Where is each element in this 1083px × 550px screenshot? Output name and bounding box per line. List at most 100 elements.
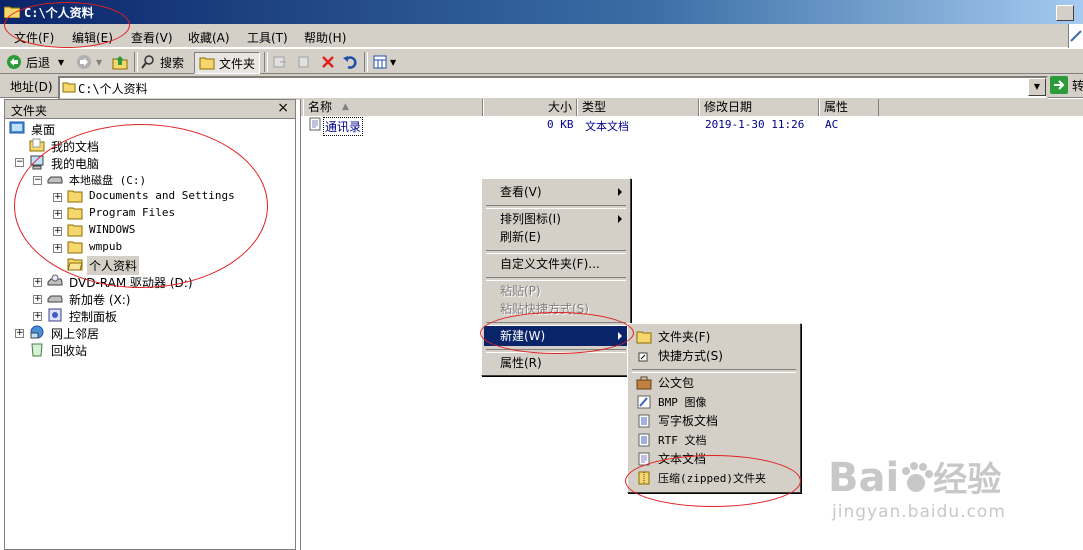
- move-to-icon: [273, 56, 286, 68]
- up-folder-button[interactable]: [112, 52, 128, 72]
- network-icon: [30, 325, 44, 339]
- title-bar: C:\个人资料: [0, 0, 1083, 24]
- new-rtf-item[interactable]: RTF 文档: [630, 430, 798, 450]
- folders-button[interactable]: 文件夹: [194, 52, 261, 74]
- tree-expander[interactable]: +: [53, 193, 62, 202]
- folder-icon: [67, 241, 83, 254]
- tree-expander[interactable]: +: [53, 244, 62, 253]
- tree-label: 桌面: [31, 123, 56, 137]
- menu-item-new-label: 新建(W): [500, 329, 546, 343]
- tree-expander[interactable]: +: [15, 329, 24, 338]
- menu-view[interactable]: 查看(V): [131, 29, 173, 46]
- delete-button[interactable]: [320, 52, 336, 72]
- back-arrow-icon: [7, 55, 21, 69]
- menu-item-new[interactable]: 新建(W): [484, 326, 628, 346]
- column-size[interactable]: 大小: [483, 99, 577, 116]
- move-to-button[interactable]: [272, 52, 288, 72]
- new-shortcut-item[interactable]: 快捷方式(S): [630, 346, 798, 366]
- tree-expander[interactable]: +: [53, 227, 62, 236]
- search-button[interactable]: 搜索: [140, 52, 184, 72]
- submenu-arrow-icon: [618, 215, 622, 223]
- go-label: 转: [1072, 78, 1083, 93]
- new-bmp-item[interactable]: BMP 图像: [630, 392, 798, 412]
- forward-button[interactable]: ▼: [76, 52, 102, 72]
- back-dropdown-icon[interactable]: ▼: [58, 58, 64, 67]
- folders-pane-title: 文件夹: [11, 104, 48, 118]
- windows-logo-icon: [1070, 30, 1082, 42]
- tree-expander[interactable]: +: [33, 312, 42, 321]
- desktop-icon: [9, 121, 25, 134]
- column-header: 名称 ▲ 大小 类型 修改日期 属性: [301, 99, 1083, 116]
- menu-item-paste[interactable]: 粘贴(P): [484, 281, 628, 301]
- menu-file[interactable]: 文件(F): [14, 29, 54, 46]
- tree-label: 新加卷 (X:): [69, 293, 131, 307]
- address-label: 地址(D): [10, 80, 53, 94]
- folder-icon: [199, 57, 215, 70]
- paw-icon: [902, 462, 934, 492]
- views-button[interactable]: ▼: [372, 52, 396, 72]
- menu-item-arrange-icons[interactable]: 排列图标(I): [484, 209, 628, 229]
- menu-item-view[interactable]: 查看(V): [484, 182, 628, 202]
- menu-item-properties[interactable]: 属性(R): [484, 353, 628, 373]
- column-attributes[interactable]: 属性: [819, 99, 879, 116]
- tree-label: Documents and Settings: [89, 189, 235, 202]
- menu-item-arrange-icons-label: 排列图标(I): [500, 212, 561, 226]
- new-briefcase-item[interactable]: 公文包: [630, 373, 798, 393]
- address-dropdown-icon[interactable]: ▼: [1028, 78, 1046, 96]
- new-text-document-item[interactable]: 文本文档: [630, 449, 798, 469]
- tree-expander[interactable]: −: [15, 158, 24, 167]
- menu-item-refresh[interactable]: 刷新(E): [484, 227, 628, 247]
- up-folder-icon: [112, 56, 128, 70]
- new-folder-label: 文件夹(F): [658, 330, 711, 344]
- tree-expander[interactable]: −: [33, 176, 42, 185]
- menu-tools[interactable]: 工具(T): [247, 29, 288, 46]
- close-pane-button[interactable]: ×: [277, 100, 289, 116]
- menu-item-customize-folder[interactable]: 自定义文件夹(F)...: [484, 254, 628, 274]
- delete-x-icon: [322, 56, 334, 68]
- go-button[interactable]: 转: [1050, 76, 1083, 94]
- new-wordpad-item[interactable]: 写字板文档: [630, 411, 798, 431]
- open-folder-icon: [67, 258, 83, 271]
- submenu-arrow-icon: [618, 332, 622, 340]
- bmp-image-icon: [637, 395, 651, 409]
- back-button[interactable]: 后退 ▼: [6, 52, 64, 72]
- wordpad-document-icon: [638, 414, 650, 428]
- copy-to-icon: [298, 56, 309, 68]
- column-name-label: 名称: [308, 100, 333, 114]
- new-folder-item[interactable]: 文件夹(F): [630, 327, 798, 347]
- views-icon: [373, 55, 387, 69]
- tree-expander[interactable]: +: [53, 210, 62, 219]
- file-size: 0 KB: [547, 118, 574, 131]
- tree-expander[interactable]: +: [33, 295, 42, 304]
- menu-help[interactable]: 帮助(H): [304, 29, 346, 46]
- menu-edit[interactable]: 编辑(E): [72, 29, 113, 46]
- address-bar: 地址(D) C:\个人资料 ▼ 转: [0, 74, 1083, 100]
- toolbar: 后退 ▼ ▼ 搜索 文件夹 ▼: [0, 48, 1083, 74]
- undo-button[interactable]: [342, 52, 358, 72]
- minimize-button[interactable]: [1056, 5, 1074, 21]
- menu-item-paste-shortcut[interactable]: 粘贴快捷方式(S): [484, 299, 628, 319]
- tree-label: 我的电脑: [51, 157, 100, 171]
- new-zipped-folder-item[interactable]: 压缩(zipped)文件夹: [630, 468, 798, 488]
- watermark-brand: Bai: [828, 455, 900, 501]
- column-date[interactable]: 修改日期: [699, 99, 819, 116]
- copy-to-button[interactable]: [296, 52, 312, 72]
- rtf-document-icon: [638, 433, 650, 447]
- tree-expander[interactable]: +: [33, 278, 42, 287]
- table-row[interactable]: 通讯录 0 KB 文本文档 2019-1-30 11:26 AC: [301, 116, 1083, 136]
- address-input[interactable]: C:\个人资料 ▼: [58, 76, 1048, 100]
- new-submenu: 文件夹(F) 快捷方式(S) 公文包 BMP 图像 写字板文档 RTF 文档 文…: [627, 323, 801, 493]
- hard-drive-icon: [47, 176, 63, 184]
- hard-drive-icon: [47, 295, 63, 303]
- column-type[interactable]: 类型: [577, 99, 699, 116]
- folders-label: 文件夹: [219, 56, 256, 71]
- menu-favorites[interactable]: 收藏(A): [188, 29, 230, 46]
- forward-dropdown-icon[interactable]: ▼: [96, 58, 102, 67]
- column-name[interactable]: 名称 ▲: [303, 99, 483, 116]
- new-wordpad-label: 写字板文档: [658, 414, 719, 428]
- new-briefcase-label: 公文包: [658, 376, 695, 390]
- new-bmp-label: BMP 图像: [658, 396, 707, 409]
- search-icon: [141, 55, 154, 69]
- menu-bar: 文件(F) 编辑(E) 查看(V) 收藏(A) 工具(T) 帮助(H): [0, 24, 1083, 48]
- views-dropdown-icon[interactable]: ▼: [390, 58, 396, 67]
